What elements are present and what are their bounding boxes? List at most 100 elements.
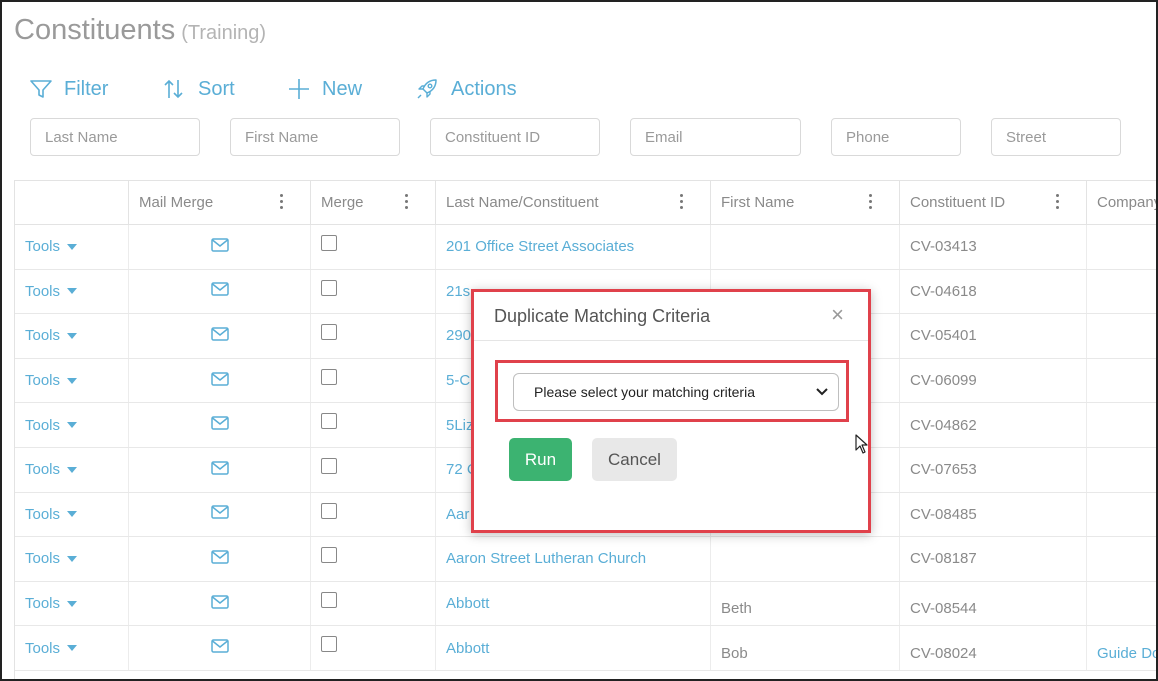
envelope-icon[interactable] xyxy=(210,505,229,523)
merge-checkbox[interactable] xyxy=(321,413,337,430)
mail-merge-cell xyxy=(129,403,311,447)
merge-checkbox[interactable] xyxy=(321,502,337,519)
tools-label: Tools xyxy=(25,416,61,434)
envelope-icon[interactable] xyxy=(210,550,229,568)
column-header-mail-merge[interactable]: Mail Merge xyxy=(129,181,311,225)
caret-down-icon xyxy=(67,377,78,384)
filter-button[interactable]: Filter xyxy=(30,74,108,104)
company-cell[interactable] xyxy=(1087,582,1156,626)
envelope-icon[interactable] xyxy=(210,461,229,479)
tools-dropdown[interactable]: Tools xyxy=(15,581,129,626)
table-row: Tools 201 Office Street Associates CV-0341… xyxy=(15,225,1156,270)
envelope-icon[interactable] xyxy=(210,416,229,434)
merge-checkbox[interactable] xyxy=(321,636,337,653)
cancel-button[interactable]: Cancel xyxy=(592,438,677,481)
phone-filter-input[interactable] xyxy=(831,118,961,156)
company-cell[interactable] xyxy=(1087,314,1156,358)
company-cell[interactable] xyxy=(1087,270,1156,314)
run-button[interactable]: Run xyxy=(509,438,572,481)
constituent-id-cell: CV-04862 xyxy=(900,403,1087,447)
constituent-id-filter-input[interactable] xyxy=(430,118,600,156)
page-title: Constituents (Training) xyxy=(14,14,266,47)
tools-label: Tools xyxy=(25,282,61,300)
new-label: New xyxy=(322,77,363,100)
constituent-name-link[interactable]: Abbott xyxy=(436,626,711,670)
caret-down-icon xyxy=(67,422,78,429)
company-cell[interactable] xyxy=(1087,359,1156,403)
column-menu-icon[interactable] xyxy=(280,194,284,212)
email-filter-input[interactable] xyxy=(630,118,801,156)
company-cell[interactable] xyxy=(1087,225,1156,269)
first-name-filter-input[interactable] xyxy=(230,118,400,156)
envelope-icon[interactable] xyxy=(210,594,229,613)
tools-label: Tools xyxy=(25,372,61,390)
merge-cell xyxy=(311,403,436,447)
last-name-filter-input[interactable] xyxy=(30,118,200,156)
constituent-name-link[interactable]: Aaron Street Lutheran Church xyxy=(436,537,711,581)
column-menu-icon[interactable] xyxy=(680,194,684,212)
tools-dropdown[interactable]: Tools xyxy=(15,537,129,581)
company-cell[interactable] xyxy=(1087,537,1156,581)
column-header-merge[interactable]: Merge xyxy=(311,181,436,225)
plus-icon xyxy=(288,78,310,100)
merge-cell xyxy=(311,626,436,670)
company-cell[interactable] xyxy=(1087,448,1156,492)
merge-cell xyxy=(311,314,436,358)
envelope-icon[interactable] xyxy=(210,327,229,345)
tools-dropdown[interactable]: Tools xyxy=(15,626,129,670)
constituent-id-cell: CV-06099 xyxy=(900,358,1087,403)
tools-label: Tools xyxy=(25,327,61,345)
actions-button[interactable]: Actions xyxy=(415,74,517,104)
close-icon[interactable]: × xyxy=(831,304,844,326)
merge-checkbox[interactable] xyxy=(321,458,337,474)
constituent-id-cell: CV-03413 xyxy=(900,225,1087,269)
company-cell[interactable]: Guide Do xyxy=(1087,626,1156,670)
tools-dropdown[interactable]: Tools xyxy=(15,492,129,537)
company-cell[interactable] xyxy=(1087,493,1156,537)
page-title-text: Constituents xyxy=(14,14,176,46)
envelope-icon[interactable] xyxy=(210,282,229,300)
envelope-icon[interactable] xyxy=(210,371,229,390)
merge-checkbox[interactable] xyxy=(321,368,337,385)
tools-dropdown[interactable]: Tools xyxy=(15,403,129,447)
column-header-constituent-id[interactable]: Constituent ID xyxy=(900,181,1087,225)
new-button[interactable]: New xyxy=(288,74,362,104)
column-menu-icon[interactable] xyxy=(1056,194,1060,212)
table-row: Tools Aaron Street Lutheran Church CV-0818… xyxy=(15,537,1156,582)
tools-dropdown[interactable]: Tools xyxy=(15,314,129,358)
tools-dropdown[interactable]: Tools xyxy=(15,225,129,269)
first-name-cell: Bob xyxy=(711,626,900,670)
merge-checkbox[interactable] xyxy=(321,324,337,341)
envelope-icon[interactable] xyxy=(210,639,229,657)
company-cell[interactable] xyxy=(1087,403,1156,447)
street-filter-input[interactable] xyxy=(991,118,1121,156)
mail-merge-cell xyxy=(129,269,311,314)
column-menu-icon[interactable] xyxy=(405,194,409,212)
merge-checkbox[interactable] xyxy=(321,279,337,296)
merge-checkbox[interactable] xyxy=(321,591,337,608)
envelope-icon[interactable] xyxy=(210,238,229,256)
column-header-last-name[interactable]: Last Name/Constituent xyxy=(436,181,711,225)
merge-checkbox[interactable] xyxy=(321,547,337,564)
sort-button[interactable]: Sort xyxy=(162,74,235,104)
column-menu-icon[interactable] xyxy=(869,194,873,212)
table-row: Tools Abbott Bob CV-08024 Guide Do xyxy=(15,626,1156,671)
constituent-id-cell: CV-07653 xyxy=(900,448,1087,492)
app-window: Constituents (Training) Filter Sort New A… xyxy=(0,0,1158,681)
constituent-name-link[interactable]: 201 Office Street Associates xyxy=(436,225,711,269)
tools-dropdown[interactable]: Tools xyxy=(15,358,129,403)
caret-down-icon xyxy=(67,288,78,295)
filter-label: Filter xyxy=(64,77,109,100)
sort-label: Sort xyxy=(198,77,235,100)
tools-dropdown[interactable]: Tools xyxy=(15,269,129,314)
caret-down-icon xyxy=(67,332,78,339)
tools-dropdown[interactable]: Tools xyxy=(15,448,129,492)
caret-down-icon xyxy=(67,243,78,250)
merge-checkbox[interactable] xyxy=(321,235,337,251)
constituent-name-link[interactable]: Abbott xyxy=(436,581,711,626)
matching-criteria-selected: Please select your matching criteria xyxy=(534,384,755,400)
tools-label: Tools xyxy=(25,550,61,568)
matching-criteria-select[interactable]: Please select your matching criteria xyxy=(513,373,839,411)
column-header-company[interactable]: Company xyxy=(1087,181,1156,225)
column-header-first-name[interactable]: First Name xyxy=(711,181,900,225)
